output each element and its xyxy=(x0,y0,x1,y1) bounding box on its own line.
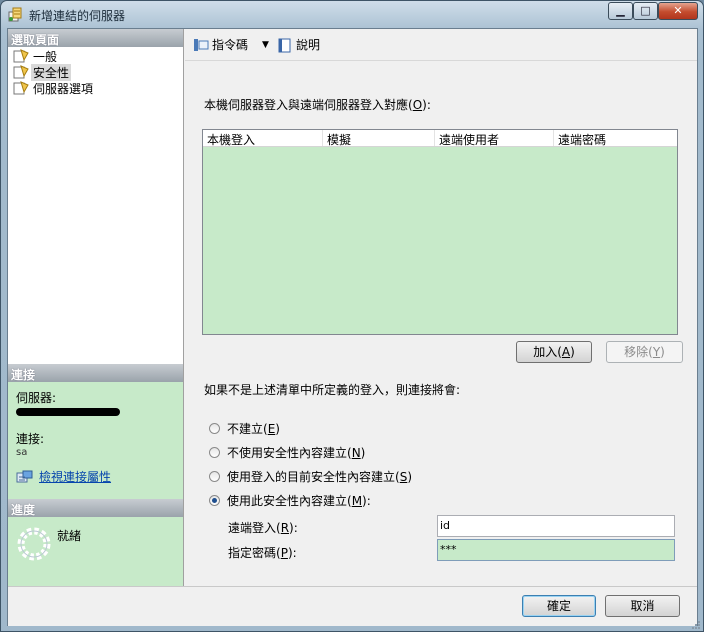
page-icon xyxy=(13,65,29,79)
remote-login-label: 遠端登入(R): xyxy=(228,521,298,535)
server-value-redacted xyxy=(16,408,120,416)
ok-button[interactable]: 確定 xyxy=(522,595,596,617)
progress-header: 進度 xyxy=(8,499,183,517)
page-item-security[interactable]: 安全性 xyxy=(8,63,183,81)
page-list: 一般 安全性 伺服器選項 xyxy=(8,47,183,364)
help-icon xyxy=(278,38,291,52)
radio-button[interactable] xyxy=(209,447,220,458)
view-connection-properties-label: 檢視連接屬性 xyxy=(39,470,112,484)
option-label: 使用此安全性內容建立(M): xyxy=(227,494,371,508)
dropdown-arrow-icon[interactable]: ▼ xyxy=(262,40,269,50)
connection-panel: 伺服器: 連接: sa 檢視連接屬性 xyxy=(8,382,183,499)
option-label: 使用登入的目前安全性內容建立(S) xyxy=(227,470,412,484)
properties-icon xyxy=(16,470,33,482)
page-item-label: 一般 xyxy=(33,49,58,64)
progress-status: 就緒 xyxy=(57,529,82,543)
option-this-security-context[interactable]: 使用此安全性內容建立(M): xyxy=(209,492,371,509)
remove-button[interactable]: 移除(Y) xyxy=(606,341,683,363)
option-without-security-context[interactable]: 不使用安全性內容建立(N) xyxy=(209,444,365,461)
password-input[interactable]: *** xyxy=(437,539,675,561)
main-panel: 指令碼 ▼ 說明 本機伺服器登入與遠端伺服器登入對應(O): 本機登入 模擬 遠… xyxy=(185,29,697,586)
page-item-server-options[interactable]: 伺服器選項 xyxy=(8,80,183,96)
left-panel: 選取頁面 一般 安全性 伺服器選項 連接 伺服器: 連接: sa 檢視連接屬性 … xyxy=(8,29,184,603)
mapping-label: 本機伺服器登入與遠端伺服器登入對應(O): xyxy=(204,98,431,112)
resize-grip-icon[interactable] xyxy=(690,618,700,629)
add-button[interactable]: 加入(A) xyxy=(516,341,592,363)
window-title: 新增連結的伺服器 xyxy=(29,9,126,23)
option-label: 不使用安全性內容建立(N) xyxy=(227,446,366,460)
option-not-be-made[interactable]: 不建立(E) xyxy=(209,420,280,437)
column-header[interactable]: 模擬 xyxy=(323,130,435,147)
minimize-button[interactable]: ▁ xyxy=(608,2,633,20)
connection-value: sa xyxy=(16,447,28,458)
column-header[interactable]: 本機登入 xyxy=(203,130,323,147)
script-button[interactable]: 指令碼 ▼ xyxy=(193,36,269,53)
dialog-client: 選取頁面 一般 安全性 伺服器選項 連接 伺服器: 連接: sa 檢視連接屬性 … xyxy=(7,28,698,626)
select-page-header: 選取頁面 xyxy=(8,29,183,47)
script-icon xyxy=(194,38,209,51)
script-label: 指令碼 xyxy=(212,38,249,52)
connection-header: 連接 xyxy=(8,364,183,382)
page-item-general[interactable]: 一般 xyxy=(8,48,183,64)
remote-login-input[interactable]: id xyxy=(437,515,675,537)
connection-label: 連接: xyxy=(16,432,45,446)
grid-header: 本機登入 模擬 遠端使用者 遠端密碼 xyxy=(203,130,677,147)
cancel-button[interactable]: 取消 xyxy=(605,595,680,617)
radio-button[interactable] xyxy=(209,471,220,482)
password-label: 指定密碼(P): xyxy=(228,546,297,560)
option-label: 不建立(E) xyxy=(227,422,280,436)
dialog-footer: 確定 取消 xyxy=(8,586,697,626)
radio-button-selected[interactable] xyxy=(209,495,220,506)
option-current-security-context[interactable]: 使用登入的目前安全性內容建立(S) xyxy=(209,468,412,485)
login-mapping-grid[interactable]: 本機登入 模擬 遠端使用者 遠端密碼 xyxy=(202,129,678,335)
help-button[interactable]: 說明 xyxy=(277,36,320,53)
progress-spinner-icon xyxy=(17,527,51,561)
view-connection-properties-link[interactable]: 檢視連接屬性 xyxy=(16,468,175,485)
help-label: 說明 xyxy=(295,38,320,52)
page-item-label: 安全性 xyxy=(31,63,72,81)
dialog-window: 新增連結的伺服器 ▁ □ ✕ 選取頁面 一般 安全性 伺服器選項 連接 伺服器:… xyxy=(0,0,704,632)
column-header[interactable]: 遠端密碼 xyxy=(554,130,677,147)
page-icon xyxy=(13,81,29,95)
page-icon xyxy=(13,49,29,63)
page-item-label: 伺服器選項 xyxy=(33,81,94,96)
title-bar[interactable]: 新增連結的伺服器 ▁ □ ✕ xyxy=(1,1,703,27)
server-icon xyxy=(8,7,22,22)
server-label: 伺服器: xyxy=(16,391,57,405)
close-button[interactable]: ✕ xyxy=(658,2,698,20)
radio-button[interactable] xyxy=(209,423,220,434)
maximize-button[interactable]: □ xyxy=(633,2,658,20)
not-defined-label: 如果不是上述清單中所定義的登入，則連接將會: xyxy=(204,383,461,397)
toolbar: 指令碼 ▼ 說明 xyxy=(185,29,697,61)
column-header[interactable]: 遠端使用者 xyxy=(435,130,554,147)
